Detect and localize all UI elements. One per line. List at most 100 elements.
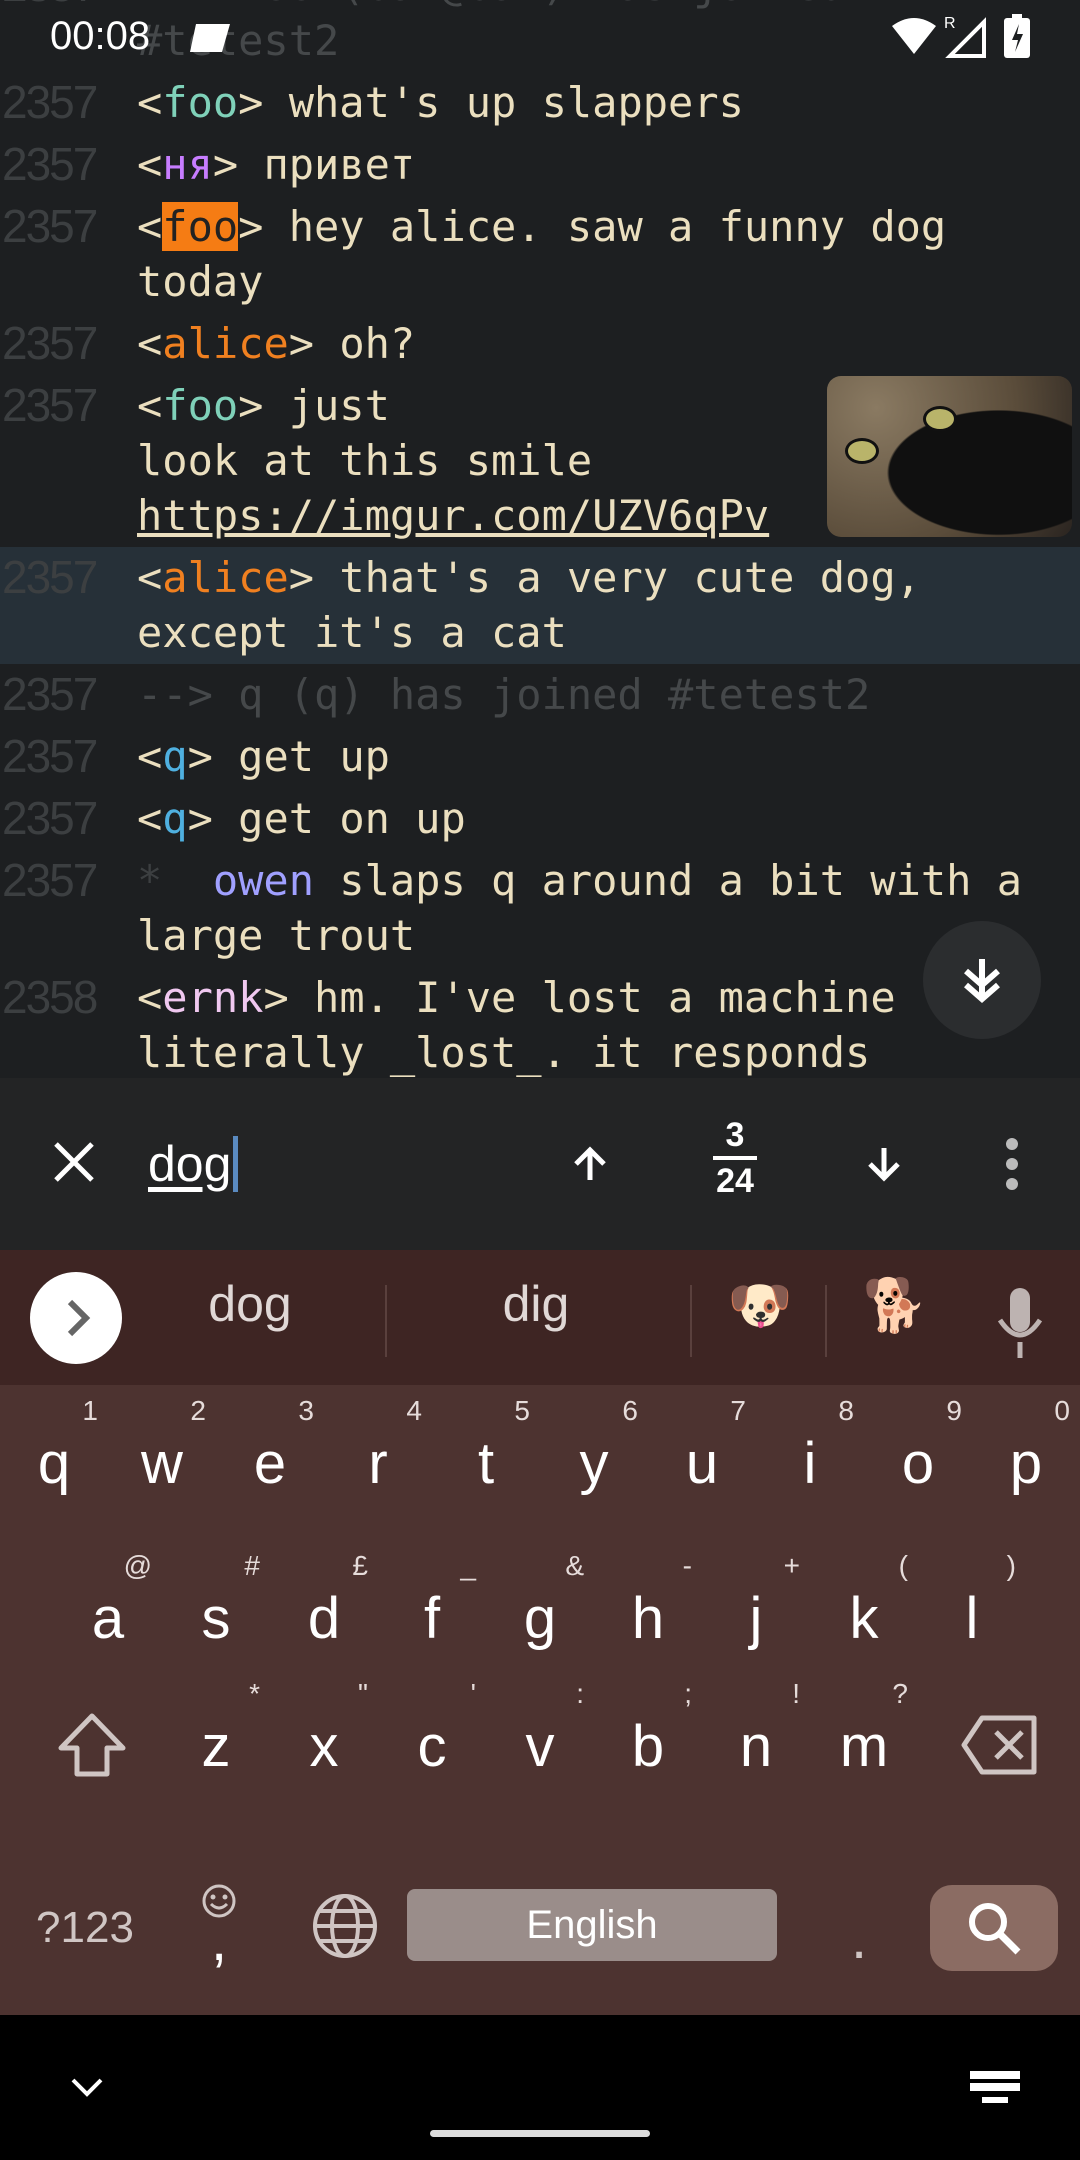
key-hint: 0 [1054,1395,1070,1426]
message-body: what's up slappers [263,78,744,127]
total-matches: 24 [716,1162,754,1200]
language-key[interactable] [285,1855,405,2005]
nick: foo [162,202,239,251]
nick: foo [162,381,239,430]
message-row[interactable]: 2357 <alice> that's a very cute dog, exce… [0,547,1080,664]
message-link[interactable]: https://imgur.com/UZV6qPv [137,491,769,540]
comma-key[interactable]: , [165,1855,273,2005]
key-v[interactable]: v: [486,1668,594,1818]
fraction-bar [713,1156,757,1160]
message-text: * owen slaps q around a bit with a large… [137,853,1072,963]
keyboard-switch-icon[interactable] [970,2071,1020,2105]
battery-charging-icon [1004,14,1030,58]
key-i[interactable]: i8 [756,1385,864,1535]
message-row[interactable]: 2358 <ernk> hm. I've lost a machine liter… [0,967,1080,1078]
key-u[interactable]: u7 [648,1385,756,1535]
key-o[interactable]: o9 [864,1385,972,1535]
key-label: i [803,1431,817,1496]
key-z[interactable]: z * [162,1668,270,1818]
app-notification-icon [190,24,230,52]
key-hint: 8 [838,1395,854,1426]
key-m[interactable]: m? [810,1668,918,1818]
expand-toolbar-button[interactable] [30,1272,122,1364]
message-row[interactable]: 2357 --> q (q) has joined #tetest2 [0,664,1080,726]
line-number: 2357 [2,138,98,190]
key-x[interactable]: x " [270,1668,378,1818]
nick: ernk [162,973,264,1022]
suggestion[interactable]: dig [436,1275,636,1333]
more-options-icon[interactable] [1000,1136,1024,1192]
message-row[interactable]: 2357 <ня> привет [0,134,1080,196]
line-number: 2357 [2,730,98,782]
nick-bracket: > [263,973,289,1022]
key-hint: 7 [730,1395,746,1426]
line-number: 2357 [2,379,98,431]
search-key[interactable] [930,1885,1058,1971]
emoji-suggestion[interactable]: 🐕 [845,1275,945,1336]
message-text: <foo> just look at this smile https://im… [137,378,837,543]
home-indicator[interactable] [430,2130,650,2137]
message-text: <ня> привет [137,137,1072,192]
comma-label: , [210,1908,228,1973]
nick-bracket: > [212,140,239,189]
period-key[interactable]: . [805,1855,913,2005]
key-label: s [201,1586,231,1651]
key-hint: £ [352,1550,368,1581]
space-bar[interactable]: English [407,1889,777,1961]
key-e[interactable]: e3 [216,1385,324,1535]
chat-log[interactable]: 2357--> foo (bar@baz) has joined #tetest… [0,0,1080,1078]
close-icon[interactable] [52,1140,96,1184]
nick-bracket: < [137,553,163,602]
key-y[interactable]: y6 [540,1385,648,1535]
key-b[interactable]: b; [594,1668,702,1818]
period-label: . [850,1906,868,1971]
key-w[interactable]: w2 [108,1385,216,1535]
key-hint: ' [470,1678,476,1709]
clock: 00:08 [50,14,151,58]
key-r[interactable]: r4 [324,1385,432,1535]
hide-keyboard-icon[interactable] [70,2077,104,2099]
symbols-key[interactable]: ?123 [20,1855,150,2005]
suggestion[interactable]: dog [150,1275,350,1333]
key-hint: 3 [298,1395,314,1426]
message-text: <foo> what's up slappers [137,75,1072,130]
image-thumbnail[interactable] [827,376,1072,537]
emoji-suggestion[interactable]: 🐶 [710,1275,810,1336]
shift-icon [58,1713,126,1777]
key-label: w [141,1431,183,1496]
message-row[interactable]: 2357 <foo> what's up slappers [0,72,1080,134]
message-row[interactable]: 2357 <q> get up [0,726,1080,788]
message-row[interactable]: 2357 <foo> hey alice. saw a funny dog tod… [0,196,1080,313]
message-row[interactable]: 2357 <q> get on up [0,788,1080,850]
microphone-icon[interactable] [992,1286,1048,1366]
key-c[interactable]: c ' [378,1668,486,1818]
key-t[interactable]: t5 [432,1385,540,1535]
nick: owen [212,856,315,905]
key-hint: 5 [514,1395,530,1426]
message-body: get up [212,732,390,781]
key-hint: * [249,1678,260,1709]
key-label: n [739,1714,773,1779]
key-hint: 1 [82,1395,98,1426]
key-p[interactable]: p0 [972,1385,1080,1535]
key-label: m [839,1714,889,1779]
key-label: b [631,1714,665,1779]
search-input[interactable]: dog [148,1136,239,1192]
nick-bracket: < [137,202,163,251]
cat-eye [845,438,879,464]
line-number: 2357 [2,668,98,720]
key-n[interactable]: n! [702,1668,810,1818]
scroll-to-bottom-button[interactable] [923,921,1041,1039]
shift-key[interactable] [22,1668,162,1818]
backspace-key[interactable] [940,1668,1060,1818]
arrow-down-icon[interactable] [864,1144,904,1184]
message-row[interactable]: 2357 * owen slaps q around a bit with a l… [0,850,1080,967]
nick-bracket: > [187,732,213,781]
arrow-up-icon[interactable] [570,1144,610,1184]
nick-bracket: < [137,381,163,430]
match-counter: 3 24 [690,1116,780,1200]
key-q[interactable]: q1 [0,1385,108,1535]
status-bar: 00:08 R [0,0,1080,75]
divider [825,1285,827,1357]
message-row[interactable]: 2357 <alice> oh? [0,313,1080,375]
